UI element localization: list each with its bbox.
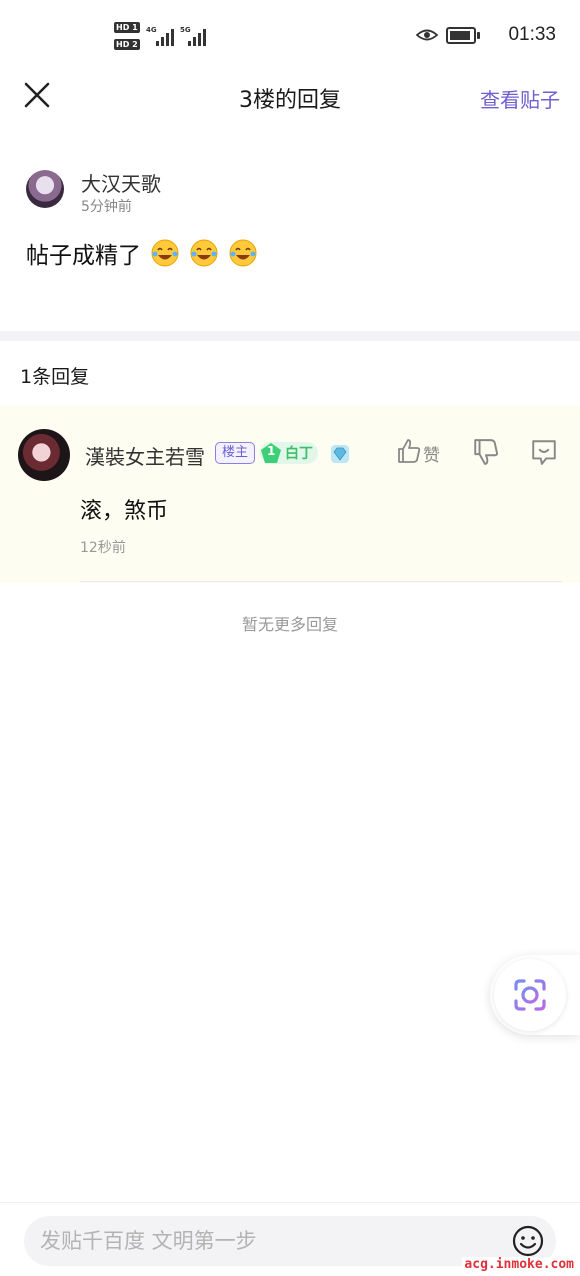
- divider: [80, 581, 562, 582]
- signal-indicators: HD 1 HD 2 4G 5G: [114, 20, 224, 54]
- like-label: 赞: [423, 446, 440, 466]
- level-name: 白丁: [285, 446, 313, 462]
- reply-time: 12秒前: [80, 540, 126, 556]
- clock: 01:33: [508, 24, 556, 45]
- emoji-picker-icon[interactable]: [512, 1225, 544, 1257]
- laughing-tears-emoji-icon: [151, 239, 179, 267]
- level-badge: 1 白丁: [260, 442, 318, 464]
- avatar[interactable]: [18, 429, 70, 481]
- thumbs-down-icon[interactable]: [472, 438, 500, 466]
- like-button[interactable]: 赞: [397, 438, 440, 466]
- eye-comfort-icon: [416, 29, 438, 41]
- scan-button[interactable]: [494, 959, 566, 1031]
- laughing-tears-emoji-icon: [190, 239, 218, 267]
- thumbs-up-icon: [398, 439, 421, 463]
- laughing-tears-emoji-icon: [229, 239, 257, 267]
- floating-dock: [490, 955, 580, 1035]
- sim1-indicator: HD 1: [114, 22, 140, 33]
- watermark: acg.inmoke.com: [462, 1257, 576, 1272]
- section-divider: [0, 331, 580, 341]
- reply-input[interactable]: [40, 1216, 500, 1266]
- scan-icon: [514, 979, 546, 1011]
- status-bar: HD 1 HD 2 4G 5G 01:33: [0, 0, 580, 72]
- post-text: 帖子成精了: [26, 243, 141, 269]
- no-more-replies: 暂无更多回复: [241, 615, 338, 634]
- signal-bars-2-icon: [188, 26, 208, 46]
- post-content: 帖子成精了: [26, 236, 258, 270]
- signal-bars-1-icon: [156, 26, 176, 46]
- author-name[interactable]: 大汉天歌: [81, 168, 161, 197]
- reply-username[interactable]: 漢裝女主若雪: [85, 441, 205, 470]
- owner-badge: 楼主: [215, 442, 256, 464]
- floor-post: 大汉天歌 5分钟前 帖子成精了: [0, 150, 580, 330]
- reply-item: 漢裝女主若雪 楼主 1 白丁 赞 滚，煞币 12秒前: [0, 405, 580, 583]
- diamond-icon: [331, 445, 349, 463]
- comment-icon[interactable]: [530, 438, 558, 466]
- view-post-link[interactable]: 查看贴子: [480, 84, 560, 113]
- battery-icon: [446, 27, 480, 44]
- reply-text: 滚，煞币: [80, 499, 169, 524]
- post-time: 5分钟前: [81, 199, 132, 215]
- level-number: 1: [267, 444, 276, 458]
- top-nav: 3楼的回复 查看贴子: [0, 72, 580, 122]
- composer-bar: acg.inmoke.com: [0, 1202, 580, 1276]
- sim2-indicator: HD 2: [114, 39, 140, 50]
- reply-count: 1条回复: [20, 366, 90, 388]
- avatar[interactable]: [26, 170, 64, 208]
- status-right: 01:33: [416, 24, 556, 50]
